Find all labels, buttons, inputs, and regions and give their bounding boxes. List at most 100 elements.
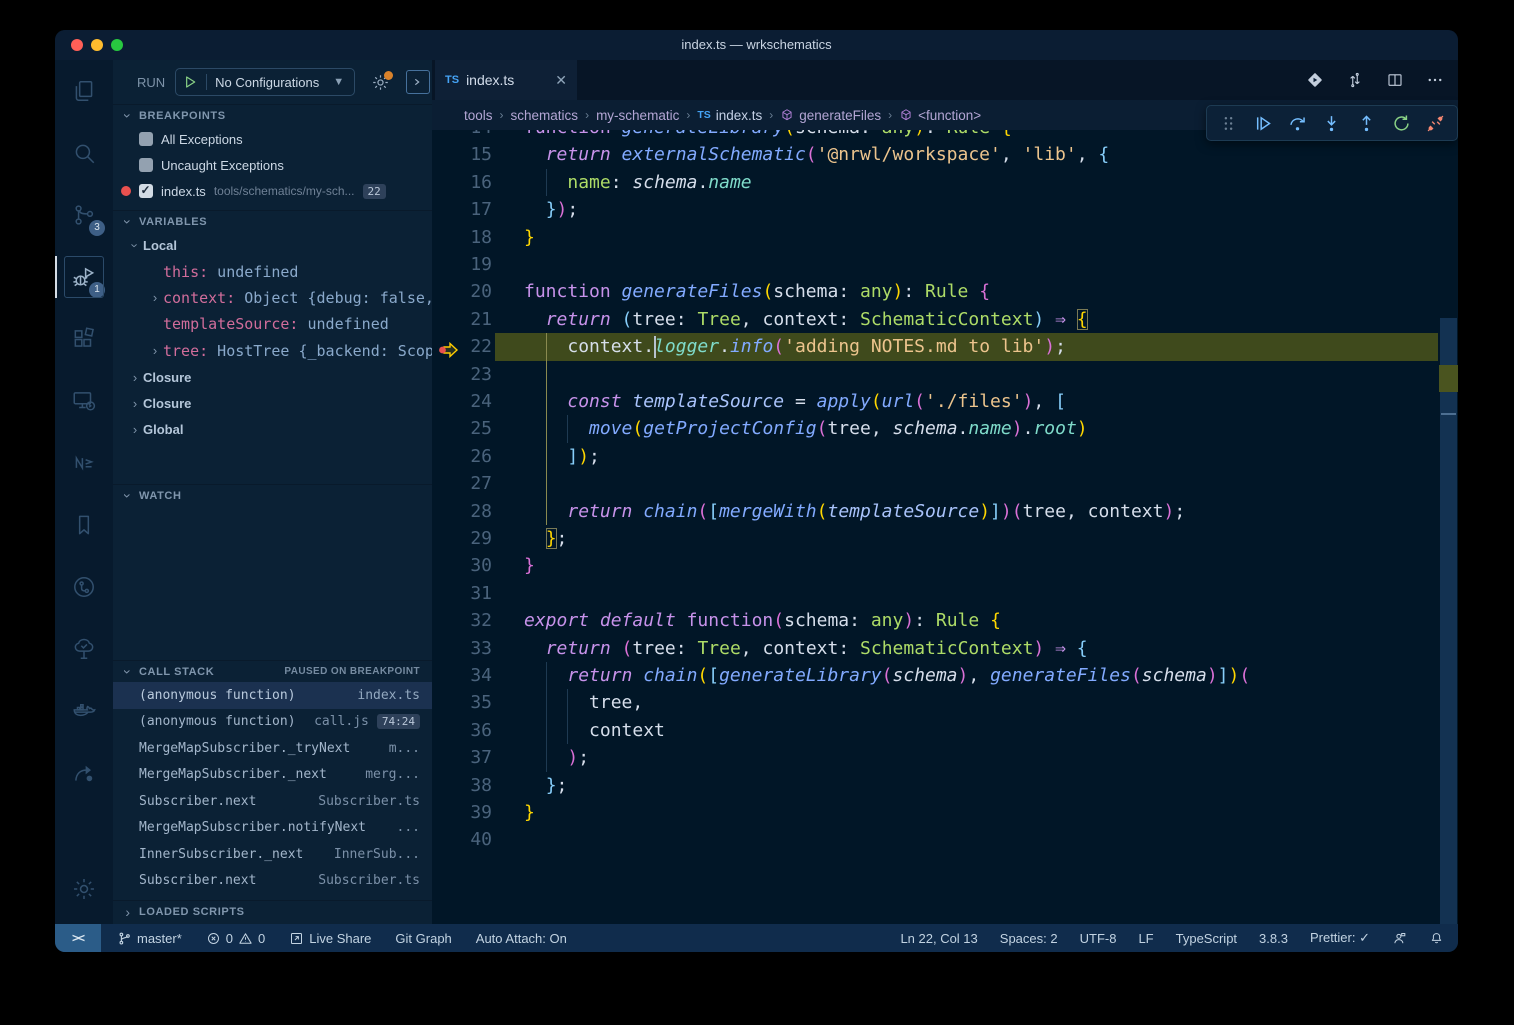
git-graph-status[interactable]: Git Graph	[395, 931, 451, 946]
eol-status[interactable]: LF	[1138, 931, 1153, 946]
close-tab-icon[interactable]: ✕	[555, 72, 567, 89]
line-number[interactable]: 15	[432, 141, 492, 168]
breakpoint-checkbox[interactable]	[139, 158, 153, 172]
call-stack-frame[interactable]: InnerSubscriber._nextInnerSub...	[113, 841, 432, 868]
line-number[interactable]: 27	[432, 470, 492, 497]
code-line[interactable]: 19	[432, 251, 1458, 278]
step-into-button[interactable]	[1319, 110, 1345, 136]
breakpoint-row[interactable]: index.tstools/schematics/my-sch...22	[113, 178, 432, 204]
language-status[interactable]: TypeScript	[1176, 931, 1237, 946]
debug-settings-gear[interactable]	[371, 73, 390, 92]
code-line[interactable]: 32export default function(schema: any): …	[432, 607, 1458, 634]
split-editor-icon[interactable]	[1386, 71, 1404, 89]
code-line[interactable]: 39}	[432, 799, 1458, 826]
chevron-icon[interactable]: ›	[127, 396, 143, 411]
live-share-status[interactable]: Live Share	[289, 931, 371, 946]
code-line[interactable]: 24 const templateSource = apply(url('./f…	[432, 388, 1458, 415]
line-number[interactable]: 36	[432, 717, 492, 744]
code-line[interactable]: 34 return chain([generateLibrary(schema)…	[432, 662, 1458, 689]
variable-row[interactable]: this: undefined	[113, 258, 432, 284]
line-number[interactable]: 19	[432, 251, 492, 278]
call-stack-header[interactable]: › CALL STACK PAUSED ON BREAKPOINT	[113, 660, 432, 682]
typescript-version-status[interactable]: 3.8.3	[1259, 931, 1288, 946]
line-number[interactable]: 29	[432, 525, 492, 552]
code-line[interactable]: 35 tree,	[432, 689, 1458, 716]
variable-row[interactable]: ›context: Object {debug: false, en…	[113, 285, 432, 311]
call-stack-frame[interactable]: Subscriber.nextSubscriber.ts	[113, 868, 432, 895]
line-number[interactable]: 33	[432, 635, 492, 662]
explorer-activity-icon[interactable]	[55, 60, 113, 122]
call-stack-frame[interactable]: (anonymous function)index.ts	[113, 682, 432, 709]
step-over-button[interactable]	[1284, 110, 1310, 136]
bookmarks-activity-icon[interactable]	[55, 494, 113, 556]
notifications-bell-icon[interactable]	[1429, 931, 1444, 946]
line-number[interactable]: 28	[432, 498, 492, 525]
call-stack-frame[interactable]: (anonymous function)call.js74:24	[113, 709, 432, 736]
remote-explorer-activity-icon[interactable]	[55, 370, 113, 432]
breakpoint-row[interactable]: Uncaught Exceptions	[113, 152, 432, 178]
toolbar-drag-grip[interactable]	[1215, 110, 1241, 136]
restart-button[interactable]	[1388, 110, 1414, 136]
line-number[interactable]: 34	[432, 662, 492, 689]
step-out-button[interactable]	[1354, 110, 1380, 136]
line-number[interactable]: 40	[432, 826, 492, 853]
variables-scope-row[interactable]: ›Local	[113, 232, 432, 258]
tab-index-ts[interactable]: TS index.ts ✕	[435, 60, 577, 100]
code-line[interactable]: 33 return (tree: Tree, context: Schemati…	[432, 635, 1458, 662]
line-number[interactable]: 26	[432, 443, 492, 470]
line-number[interactable]: 17	[432, 196, 492, 223]
code-line[interactable]: 31	[432, 580, 1458, 607]
line-number[interactable]: 37	[432, 744, 492, 771]
chevron-icon[interactable]: ›	[147, 343, 163, 358]
variable-row[interactable]: templateSource: undefined	[113, 311, 432, 337]
code-area[interactable]: 14function generateLibrary(schema: any):…	[432, 60, 1458, 924]
call-stack-frame[interactable]: MergeMapSubscriber.notifyNext...	[113, 815, 432, 842]
breadcrumb-item[interactable]: TSindex.ts	[697, 108, 762, 123]
line-number[interactable]: 18	[432, 224, 492, 251]
chevron-icon[interactable]: ›	[127, 422, 143, 437]
code-line[interactable]: 40	[432, 826, 1458, 853]
chevron-icon[interactable]: ›	[127, 370, 143, 385]
debug-console-button[interactable]	[406, 70, 430, 94]
code-line[interactable]: 26 ]);	[432, 443, 1458, 470]
code-line[interactable]: 30}	[432, 552, 1458, 579]
breadcrumb-item[interactable]: generateFiles	[780, 108, 881, 123]
history-activity-icon[interactable]	[55, 556, 113, 618]
code-line[interactable]: 20function generateFiles(schema: any): R…	[432, 278, 1458, 305]
code-line[interactable]: 17 });	[432, 196, 1458, 223]
settings-activity-icon[interactable]	[55, 858, 113, 920]
code-line[interactable]: 15 return externalSchematic('@nrwl/works…	[432, 141, 1458, 168]
source-control-activity-icon[interactable]: 3	[55, 184, 113, 246]
open-changes-icon[interactable]	[1306, 71, 1324, 89]
code-line[interactable]: 21 return (tree: Tree, context: Schemati…	[432, 306, 1458, 333]
code-line[interactable]: 18}	[432, 224, 1458, 251]
line-number[interactable]: 38	[432, 772, 492, 799]
breakpoint-checkbox[interactable]	[139, 184, 153, 198]
share-activity-icon[interactable]	[55, 742, 113, 804]
call-stack-frame[interactable]: MergeMapSubscriber._tryNextm...	[113, 735, 432, 762]
disconnect-button[interactable]	[1423, 110, 1449, 136]
auto-attach-status[interactable]: Auto Attach: On	[476, 931, 567, 946]
test-explorer-activity-icon[interactable]	[55, 618, 113, 680]
scrollbar-thumb[interactable]	[1440, 318, 1457, 935]
code-line[interactable]: 28 return chain([mergeWith(templateSourc…	[432, 498, 1458, 525]
line-number[interactable]: 16	[432, 169, 492, 196]
debug-configuration-dropdown[interactable]: No Configurations ▼	[175, 68, 355, 96]
run-debug-activity-icon[interactable]: 1	[55, 246, 113, 308]
cursor-position-status[interactable]: Ln 22, Col 13	[900, 931, 977, 946]
chevron-icon[interactable]: ›	[147, 290, 163, 305]
line-number[interactable]: 24	[432, 388, 492, 415]
loaded-scripts-header[interactable]: › LOADED SCRIPTS	[113, 900, 432, 922]
line-number[interactable]: 32	[432, 607, 492, 634]
docker-activity-icon[interactable]	[55, 680, 113, 742]
variables-scope-row[interactable]: ›Global	[113, 417, 432, 443]
line-number[interactable]: 25	[432, 415, 492, 442]
code-line[interactable]: 25 move(getProjectConfig(tree, schema.na…	[432, 415, 1458, 442]
continue-button[interactable]	[1250, 110, 1276, 136]
code-line[interactable]: 37 );	[432, 744, 1458, 771]
breadcrumb-item[interactable]: my-schematic	[596, 108, 679, 123]
variables-scope-row[interactable]: ›Closure	[113, 390, 432, 416]
more-actions-icon[interactable]	[1426, 71, 1444, 89]
line-number[interactable]: 39	[432, 799, 492, 826]
line-number[interactable]: 35	[432, 689, 492, 716]
